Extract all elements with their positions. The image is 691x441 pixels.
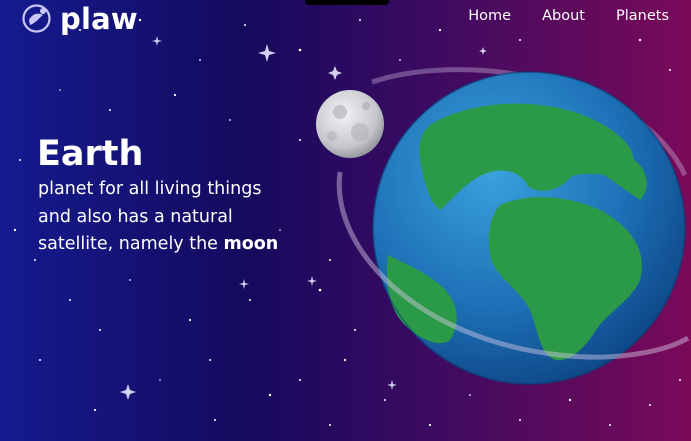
brand-logo[interactable]: plaw	[21, 3, 138, 34]
planet-logo-icon	[22, 4, 51, 33]
nav-about[interactable]: About	[542, 8, 585, 24]
brand-name: plaw	[60, 1, 138, 36]
nav-home[interactable]: Home	[468, 8, 511, 24]
camera-notch	[305, 0, 389, 5]
main-nav: Home About Planets	[468, 8, 669, 24]
hero-description: planet for all living things and also ha…	[38, 176, 298, 259]
hero-title: Earth	[37, 134, 144, 174]
nav-planets[interactable]: Planets	[616, 8, 669, 24]
hero-highlight: moon	[223, 234, 279, 254]
